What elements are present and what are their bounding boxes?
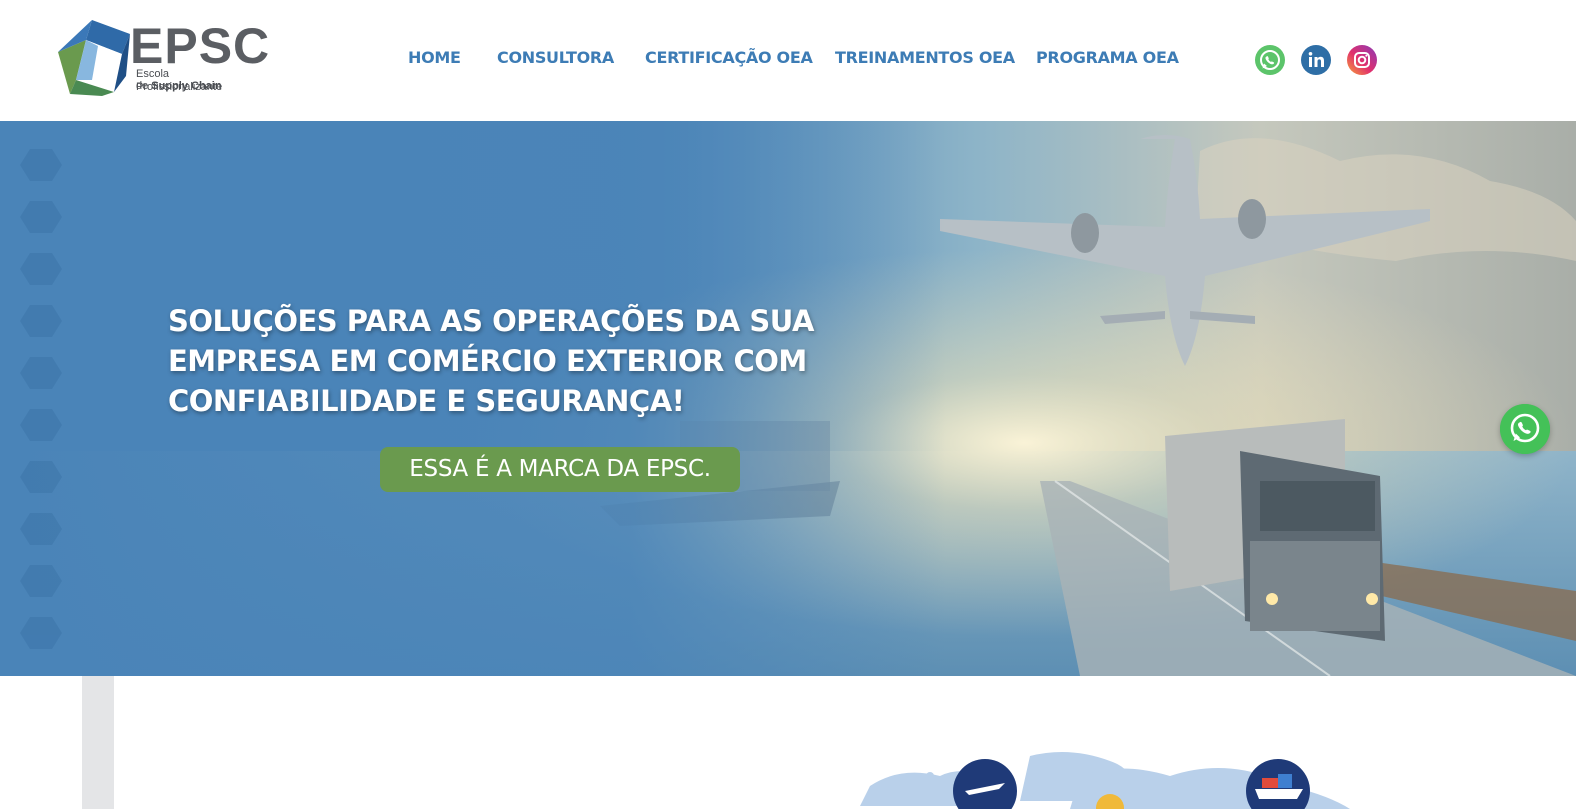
site-header: EPSC Escola Profissionalizante de Supply… bbox=[0, 0, 1576, 121]
instagram-icon[interactable] bbox=[1346, 44, 1378, 76]
decorative-gray-bar bbox=[82, 676, 114, 809]
nav-item-programa-oea[interactable]: PROGRAMA OEA bbox=[1036, 48, 1179, 68]
hero-headline-line2: EMPRESA EM COMÉRCIO EXTERIOR COM bbox=[168, 344, 807, 378]
cube-logo-icon bbox=[58, 20, 130, 96]
floating-whatsapp-icon[interactable] bbox=[1500, 404, 1550, 454]
world-map-illustration bbox=[860, 752, 1350, 809]
logo-subtitle-line2: de Supply Chain bbox=[136, 80, 222, 93]
whatsapp-icon[interactable] bbox=[1254, 44, 1286, 76]
hero-headline: SOLUÇÕES PARA AS OPERAÇÕES DA SUA EMPRES… bbox=[168, 301, 814, 421]
logo-subtitle-bold: Supply Chain bbox=[151, 80, 222, 92]
hero-banner: SOLUÇÕES PARA AS OPERAÇÕES DA SUA EMPRES… bbox=[0, 121, 1576, 676]
logo-subtitle-prefix: de bbox=[136, 80, 152, 92]
logo-title: EPSC bbox=[130, 18, 271, 74]
services-section bbox=[0, 676, 1576, 809]
epsc-logo[interactable]: EPSC Escola Profissionalizante de Supply… bbox=[56, 18, 269, 98]
airplane-badge-icon bbox=[953, 759, 1017, 809]
brand-cta-button[interactable]: ESSA É A MARCA DA EPSC. bbox=[380, 447, 740, 492]
hero-headline-line3: CONFIABILIDADE E SEGURANÇA! bbox=[168, 384, 685, 418]
nav-item-consultora[interactable]: CONSULTORA bbox=[497, 48, 614, 68]
nav-item-certificacao-oea[interactable]: CERTIFICAÇÃO OEA bbox=[645, 48, 813, 68]
linkedin-icon[interactable] bbox=[1300, 44, 1332, 76]
hero-headline-line1: SOLUÇÕES PARA AS OPERAÇÕES DA SUA bbox=[168, 304, 814, 338]
nav-item-treinamentos-oea[interactable]: TREINAMENTOS OEA bbox=[835, 48, 1015, 68]
nav-item-home[interactable]: HOME bbox=[408, 48, 461, 68]
